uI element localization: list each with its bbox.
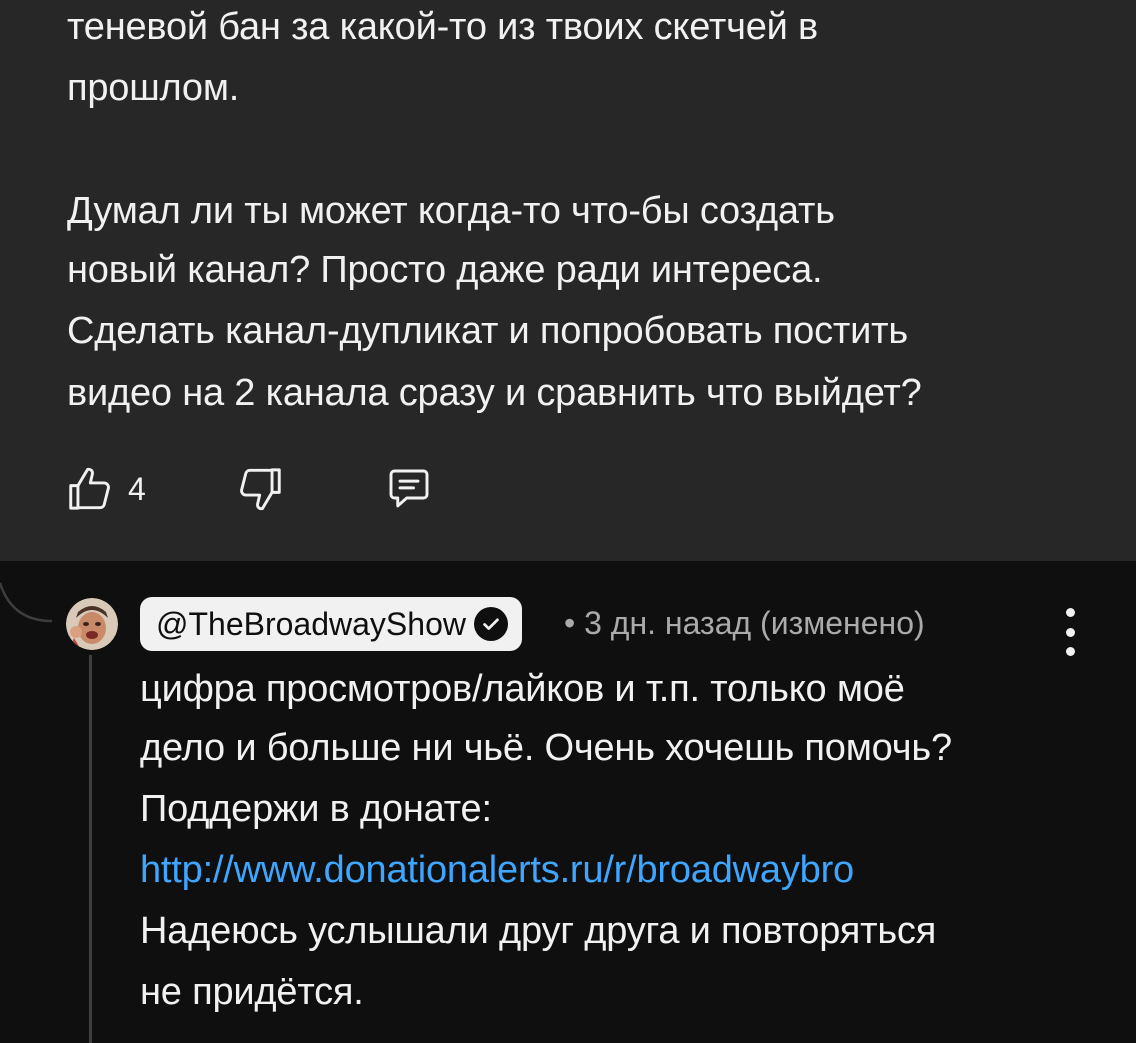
comment-line: Поддержи в донате: (140, 788, 492, 830)
more-dot (1065, 608, 1075, 617)
comment-line: Надеюсь услышали друг друга и повторятьс… (140, 910, 937, 952)
comment-line: прошлом. (67, 67, 240, 109)
comment-line: цифра просмотров/лайков и т.п. только мо… (140, 668, 905, 710)
more-dot (1065, 647, 1075, 656)
avatar[interactable] (66, 598, 118, 650)
comment-meta: • 3 дн. назад (изменено) (564, 605, 925, 641)
donation-link[interactable]: http://www.donationalerts.ru/r/broadwayb… (140, 841, 854, 900)
comment-line: не придётся. (140, 971, 364, 1013)
thumb-up-icon (69, 467, 110, 510)
comment-line: Сделать канал-дупликат и попробовать пос… (67, 310, 908, 352)
like-button[interactable]: 4 (64, 462, 146, 516)
dislike-button[interactable] (232, 462, 286, 516)
comment-line: дело и больше ни чьё. Очень хочешь помоч… (140, 727, 952, 769)
reply-icon (389, 469, 429, 508)
comment-line: новый канал? Просто даже ради интереса. (67, 249, 823, 291)
more-vert-icon[interactable] (1052, 608, 1088, 656)
comment-line: Думал ли ты может когда-то что-бы создат… (67, 190, 835, 232)
comment-line: теневой бан за какой-то из твоих скетчей… (67, 6, 819, 48)
reply-button[interactable] (382, 462, 436, 516)
verified-check-icon (473, 607, 508, 641)
thread-line (89, 655, 92, 1043)
like-count: 4 (128, 470, 146, 507)
comment-line: видео на 2 канала сразу и сравнить что в… (67, 372, 922, 414)
author-name: @TheBroadwayShow (156, 605, 466, 642)
author-chip[interactable]: @TheBroadwayShow (140, 597, 522, 651)
parent-comment: теневой бан за какой-то из твоих скетчей… (0, 0, 1136, 561)
avatar-image (66, 598, 118, 650)
more-dot (1065, 627, 1075, 637)
comments-page: теневой бан за какой-то из твоих скетчей… (0, 0, 1136, 1043)
thread-connector (0, 582, 53, 623)
thumb-down-icon (240, 468, 281, 511)
